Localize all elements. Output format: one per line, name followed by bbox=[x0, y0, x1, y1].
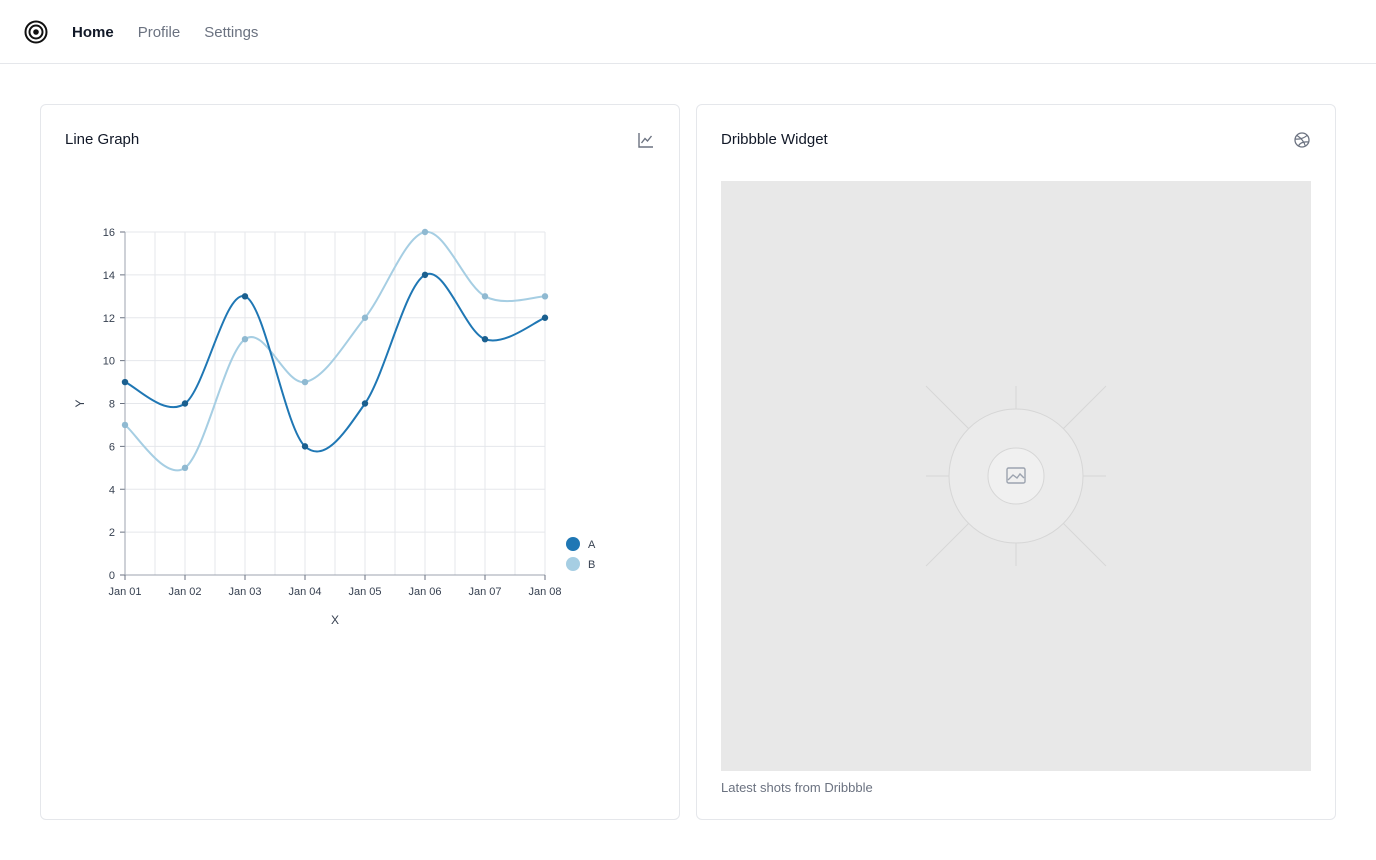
top-navbar: Home Profile Settings bbox=[0, 0, 1376, 64]
widget-caption: Latest shots from Dribbble bbox=[721, 780, 873, 795]
data-point-a bbox=[361, 400, 369, 407]
y-tick-label: 8 bbox=[109, 399, 115, 411]
data-point-a bbox=[181, 400, 189, 407]
card-title: Line Graph bbox=[65, 131, 140, 148]
data-point-b bbox=[481, 293, 489, 300]
data-point-a bbox=[301, 443, 309, 450]
x-tick-label: Jan 05 bbox=[348, 586, 381, 598]
y-tick-label: 4 bbox=[109, 484, 115, 496]
legend-label-a: A bbox=[588, 539, 596, 551]
legend-label-b: B bbox=[588, 559, 595, 571]
data-point-a bbox=[481, 335, 489, 343]
dribbble-icon[interactable] bbox=[1293, 131, 1311, 149]
y-tick-label: 10 bbox=[103, 356, 115, 368]
data-point-b bbox=[241, 335, 249, 343]
x-tick-label: Jan 07 bbox=[468, 586, 501, 598]
line-chart-icon[interactable] bbox=[637, 131, 655, 149]
y-tick-label: 16 bbox=[103, 227, 115, 239]
nav-profile[interactable]: Profile bbox=[138, 24, 181, 41]
data-point-b bbox=[421, 228, 429, 236]
data-point-a bbox=[121, 378, 129, 386]
y-tick-label: 2 bbox=[109, 527, 115, 539]
data-point-b bbox=[541, 293, 549, 300]
target-logo-icon[interactable] bbox=[24, 20, 48, 44]
x-tick-label: Jan 01 bbox=[108, 586, 141, 598]
dribbble-shot-placeholder[interactable] bbox=[721, 181, 1311, 771]
nav-home[interactable]: Home bbox=[72, 24, 114, 41]
x-tick-label: Jan 03 bbox=[228, 586, 261, 598]
data-point-a bbox=[241, 293, 249, 300]
data-point-a bbox=[421, 271, 429, 279]
card-title: Dribbble Widget bbox=[721, 131, 828, 148]
data-point-b bbox=[361, 314, 369, 321]
y-tick-label: 12 bbox=[103, 313, 115, 325]
data-point-b bbox=[301, 378, 309, 386]
data-point-b bbox=[121, 421, 129, 429]
legend-swatch-a bbox=[566, 537, 580, 551]
x-tick-label: Jan 08 bbox=[528, 586, 561, 598]
x-axis-title: X bbox=[331, 613, 339, 627]
data-point-a bbox=[541, 314, 549, 321]
x-tick-label: Jan 04 bbox=[288, 586, 321, 598]
y-tick-label: 6 bbox=[109, 441, 115, 453]
dribbble-widget-card: Dribbble Widget Latest shots from Dribbb… bbox=[696, 104, 1336, 820]
legend-swatch-b bbox=[566, 557, 580, 571]
line-graph-card: 0 2 4 6 8 10 12 14 16 Jan 01 Jan 02 Jan 03 Jan 04 Jan… bbox=[40, 104, 680, 820]
x-tick-label: Jan 06 bbox=[408, 586, 441, 598]
line-chart: 0 2 4 6 8 10 12 14 16 Jan 01 Jan 02 Jan 03 Jan 04 Jan… bbox=[73, 227, 596, 627]
y-tick-label: 14 bbox=[103, 270, 115, 282]
data-point-b bbox=[181, 464, 189, 472]
y-tick-label: 0 bbox=[109, 570, 115, 582]
y-axis-title: Y bbox=[73, 399, 87, 407]
main-nav: Home Profile Settings bbox=[72, 0, 258, 64]
x-tick-label: Jan 02 bbox=[168, 586, 201, 598]
nav-settings[interactable]: Settings bbox=[204, 24, 258, 41]
